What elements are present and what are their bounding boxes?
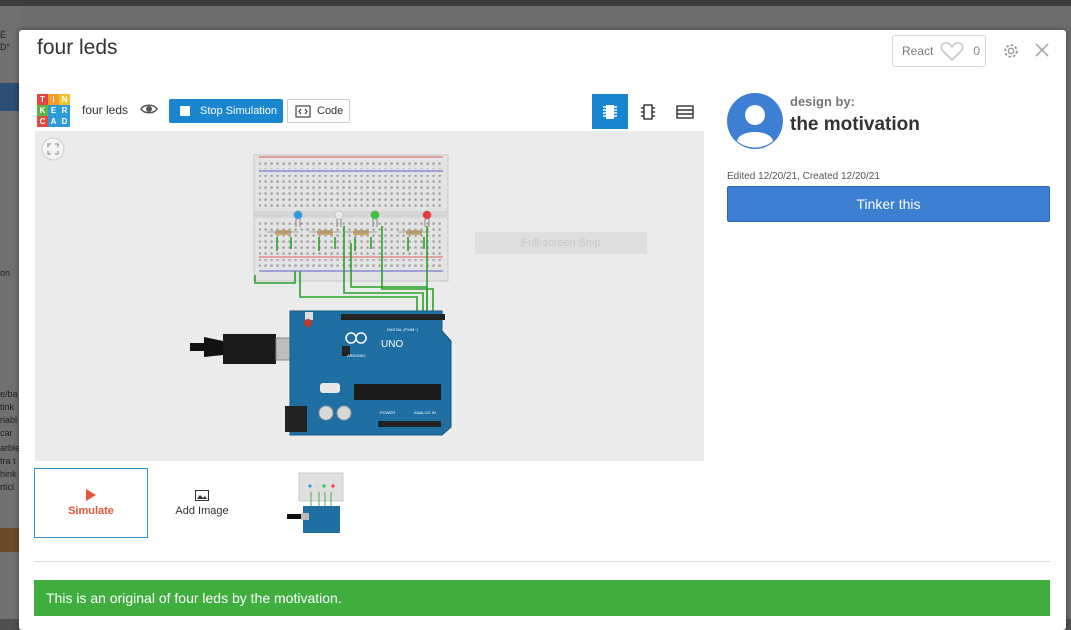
eye-icon[interactable] [140, 102, 158, 116]
play-icon [86, 489, 96, 501]
heart-icon [940, 42, 964, 61]
logo-letter: E [48, 105, 59, 116]
circuit-canvas[interactable]: Full-screen Snip UNO ARDUINO DIGITAL (PW… [35, 131, 704, 461]
background-snippet: É [0, 30, 7, 40]
close-icon[interactable] [1034, 42, 1050, 58]
simulate-tile[interactable]: Simulate [34, 468, 148, 538]
stop-simulation-button[interactable]: Stop Simulation [169, 99, 283, 123]
background-snippet: rticl [0, 482, 14, 492]
logo-letter: I [48, 94, 59, 105]
schematic-view-button[interactable] [630, 94, 666, 129]
design-by-label: design by: [790, 94, 856, 109]
add-image-tile[interactable]: Add Image [145, 468, 259, 538]
background-snippet: tra t [0, 456, 16, 466]
design-thumbnail[interactable] [283, 470, 349, 536]
avatar[interactable] [727, 93, 783, 149]
project-modal: four leds React 0 TINKERCAD four leds St… [19, 30, 1066, 630]
table-icon [676, 104, 694, 119]
digital-pins-label: DIGITAL (PWM~) [387, 327, 419, 332]
divider [34, 561, 1050, 562]
background-snippet: on [0, 268, 11, 278]
background-snippet: tink [0, 402, 15, 412]
arduino-uno[interactable]: UNO ARDUINO DIGITAL (PWM~) POWER ANALOG … [285, 310, 452, 436]
designer-name[interactable]: the motivation [790, 114, 920, 136]
logo-letter: D [59, 116, 70, 127]
logo-letter: A [48, 116, 59, 127]
logo-letter: R [59, 105, 70, 116]
component-list-button[interactable] [667, 94, 703, 129]
power-pins-label: POWER [380, 410, 395, 415]
react-count: 0 [973, 44, 981, 58]
react-label: React [902, 44, 934, 58]
original-notice-banner: This is an original of four leds by the … [34, 580, 1050, 616]
tinkercad-logo: TINKERCAD [37, 94, 70, 127]
background-snippet: hink [0, 469, 17, 479]
gear-icon[interactable] [1002, 42, 1020, 60]
background-snippet: riabl [0, 415, 18, 425]
stop-simulation-label: Stop Simulation [200, 105, 278, 117]
arduino-uno-label: UNO [381, 339, 403, 350]
analog-pins-label: ANALOG IN [414, 410, 436, 415]
logo-letter: K [37, 105, 48, 116]
logo-letter: N [59, 94, 70, 105]
logo-letter: T [37, 94, 48, 105]
background-snippet: arble [0, 443, 21, 453]
schematic-icon [641, 103, 655, 120]
chip-icon [603, 104, 617, 119]
simulate-label: Simulate [68, 505, 114, 517]
background-snippet: e/ba [0, 389, 18, 399]
add-image-label: Add Image [175, 504, 229, 517]
logo-letter: C [37, 116, 48, 127]
arduino-brand-label: ARDUINO [347, 353, 365, 358]
modal-title: four leds [37, 36, 118, 59]
project-name: four leds [82, 103, 129, 117]
circuit-view-button[interactable] [592, 94, 628, 129]
background-topbar [0, 0, 1071, 6]
edit-dates: Edited 12/20/21, Created 12/20/21 [727, 171, 880, 182]
code-button[interactable]: Code [287, 99, 350, 123]
image-icon [195, 489, 209, 501]
stop-icon [180, 106, 190, 116]
code-icon [295, 104, 311, 118]
background-snippet: car [0, 428, 13, 438]
react-button[interactable]: React 0 [892, 35, 986, 67]
code-label: Code [317, 105, 344, 117]
tinker-this-button[interactable]: Tinker this [727, 186, 1050, 222]
background-snippet: D° [0, 42, 11, 52]
circuit-drawing: UNO ARDUINO DIGITAL (PWM~) POWER ANALOG … [190, 154, 452, 436]
